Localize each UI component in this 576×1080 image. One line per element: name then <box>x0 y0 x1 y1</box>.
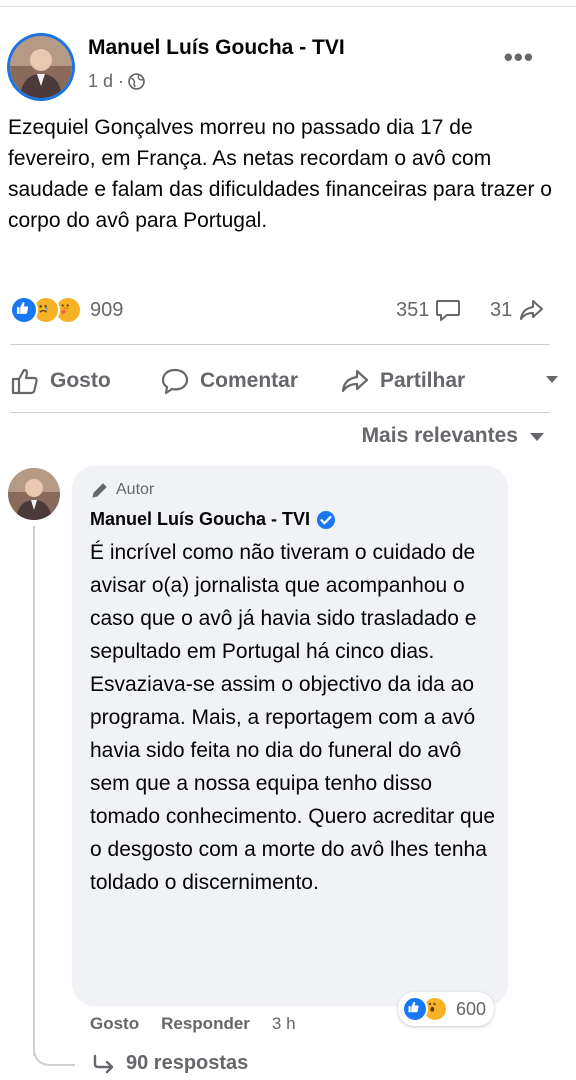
globe-icon <box>128 73 145 90</box>
top-divider <box>0 6 576 7</box>
comment-author-name[interactable]: Manuel Luís Goucha - TVI <box>90 509 310 530</box>
post-reactions-summary[interactable]: 909 <box>10 296 123 324</box>
share-count-stat[interactable]: 31 <box>490 298 544 322</box>
thread-connector <box>33 1040 75 1066</box>
comment-author: Manuel Luís Goucha - TVI <box>90 509 336 530</box>
share-button[interactable]: Partilhar <box>340 366 465 396</box>
comment-text: É incrível como não tiveram o cuidado de… <box>90 541 496 894</box>
replies-label: 90 respostas <box>126 1052 249 1074</box>
sort-label: Mais relevantes <box>361 424 518 447</box>
comment-reaction-count: 600 <box>456 998 487 1019</box>
comment-reply-button[interactable]: Responder <box>161 1014 250 1034</box>
comment-reactions-summary[interactable]: 600 <box>398 992 495 1026</box>
like-icon <box>402 996 428 1022</box>
like-icon <box>10 296 38 324</box>
comment-sort-dropdown[interactable]: Mais relevantes <box>362 424 544 448</box>
verified-badge-icon <box>317 510 336 529</box>
comment-count-icon <box>436 300 461 321</box>
comment-time[interactable]: 3 h <box>272 1014 296 1034</box>
view-replies-link[interactable]: 90 respostas <box>92 1052 248 1075</box>
thread-line <box>33 526 35 1056</box>
like-button[interactable]: Gosto <box>10 366 111 396</box>
post-author-name[interactable]: Manuel Luís Goucha - TVI <box>88 36 345 60</box>
reply-arrow-icon <box>93 1054 114 1073</box>
thumbs-up-icon <box>11 368 38 395</box>
author-badge: Autor <box>90 480 154 500</box>
post-author-avatar[interactable] <box>10 36 72 98</box>
pen-icon <box>92 483 107 498</box>
comment-button[interactable]: Comentar <box>160 366 298 396</box>
post-meta: 1 d · <box>88 71 145 92</box>
like-button-label: Gosto <box>50 369 111 392</box>
comment-count-stat[interactable]: 351 <box>396 298 461 322</box>
share-count: 31 <box>490 298 513 321</box>
share-icon <box>341 369 369 393</box>
avatar-image <box>10 36 72 98</box>
stats-divider <box>10 344 550 345</box>
comment-actions: Gosto Responder 3 h <box>90 1014 296 1034</box>
comment-button-label: Comentar <box>200 369 299 392</box>
comment-count: 351 <box>396 298 430 321</box>
avatar-image <box>8 468 60 520</box>
actions-divider <box>10 412 550 413</box>
post-text: Ezequiel Gonçalves morreu no passado dia… <box>8 116 552 232</box>
more-options-icon[interactable]: ••• <box>504 44 534 70</box>
reaction-count: 909 <box>90 298 124 321</box>
post-time[interactable]: 1 d · <box>88 71 124 92</box>
comment-like-button[interactable]: Gosto <box>90 1014 139 1034</box>
chevron-down-icon <box>530 433 544 441</box>
share-dropdown-caret-icon[interactable] <box>546 376 558 383</box>
comment-author-avatar[interactable] <box>8 468 60 520</box>
comment-icon <box>161 368 189 395</box>
author-badge-label: Autor <box>116 481 155 498</box>
share-count-icon <box>520 300 544 320</box>
share-button-label: Partilhar <box>380 369 466 392</box>
